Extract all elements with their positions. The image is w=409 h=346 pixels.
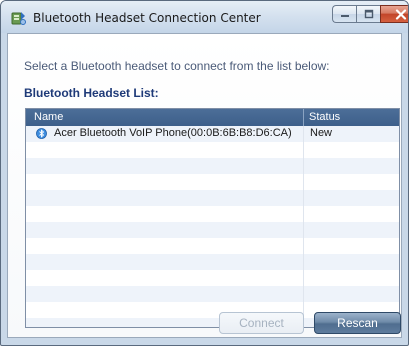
empty-row [26,174,399,190]
empty-row [26,158,399,174]
empty-row [26,270,399,286]
column-header-status[interactable]: Status [309,111,340,123]
maximize-button[interactable] [356,5,380,23]
empty-row [26,286,399,302]
empty-row [26,254,399,270]
title-bar[interactable]: Bluetooth Headset Connection Center [1,1,408,33]
empty-row [26,142,399,158]
empty-row [26,190,399,206]
bluetooth-app-icon [11,12,26,25]
rescan-button[interactable]: Rescan [314,312,401,334]
close-button[interactable] [380,5,408,23]
column-divider[interactable] [303,109,304,126]
device-name: Acer Bluetooth VoIP Phone(00:0B:6B:B8:D6… [54,127,292,139]
list-header: Name Status [26,109,399,126]
window-title: Bluetooth Headset Connection Center [33,11,261,25]
empty-row [26,238,399,254]
caption-buttons [332,5,408,23]
instruction-text: Select a Bluetooth headset to connect fr… [24,59,330,73]
connect-button[interactable]: Connect [219,312,304,334]
column-divider-line [303,126,304,327]
minimize-button[interactable] [332,5,356,23]
column-header-name[interactable]: Name [34,111,63,123]
table-row[interactable]: Acer Bluetooth VoIP Phone(00:0B:6B:B8:D6… [26,126,399,142]
minimize-icon [340,15,349,17]
list-heading: Bluetooth Headset List: [24,86,159,100]
empty-row [26,206,399,222]
app-window: Bluetooth Headset Connection Center Sele… [0,0,409,346]
close-icon [395,8,407,20]
main-panel: Select a Bluetooth headset to connect fr… [7,33,402,338]
empty-row [26,222,399,238]
maximize-icon [364,9,373,19]
bluetooth-device-icon [36,128,47,139]
headset-list[interactable]: Name Status Acer Bluetooth VoIP Phone(00… [25,108,400,328]
device-status: New [310,127,333,139]
list-rows: Acer Bluetooth VoIP Phone(00:0B:6B:B8:D6… [26,126,399,327]
